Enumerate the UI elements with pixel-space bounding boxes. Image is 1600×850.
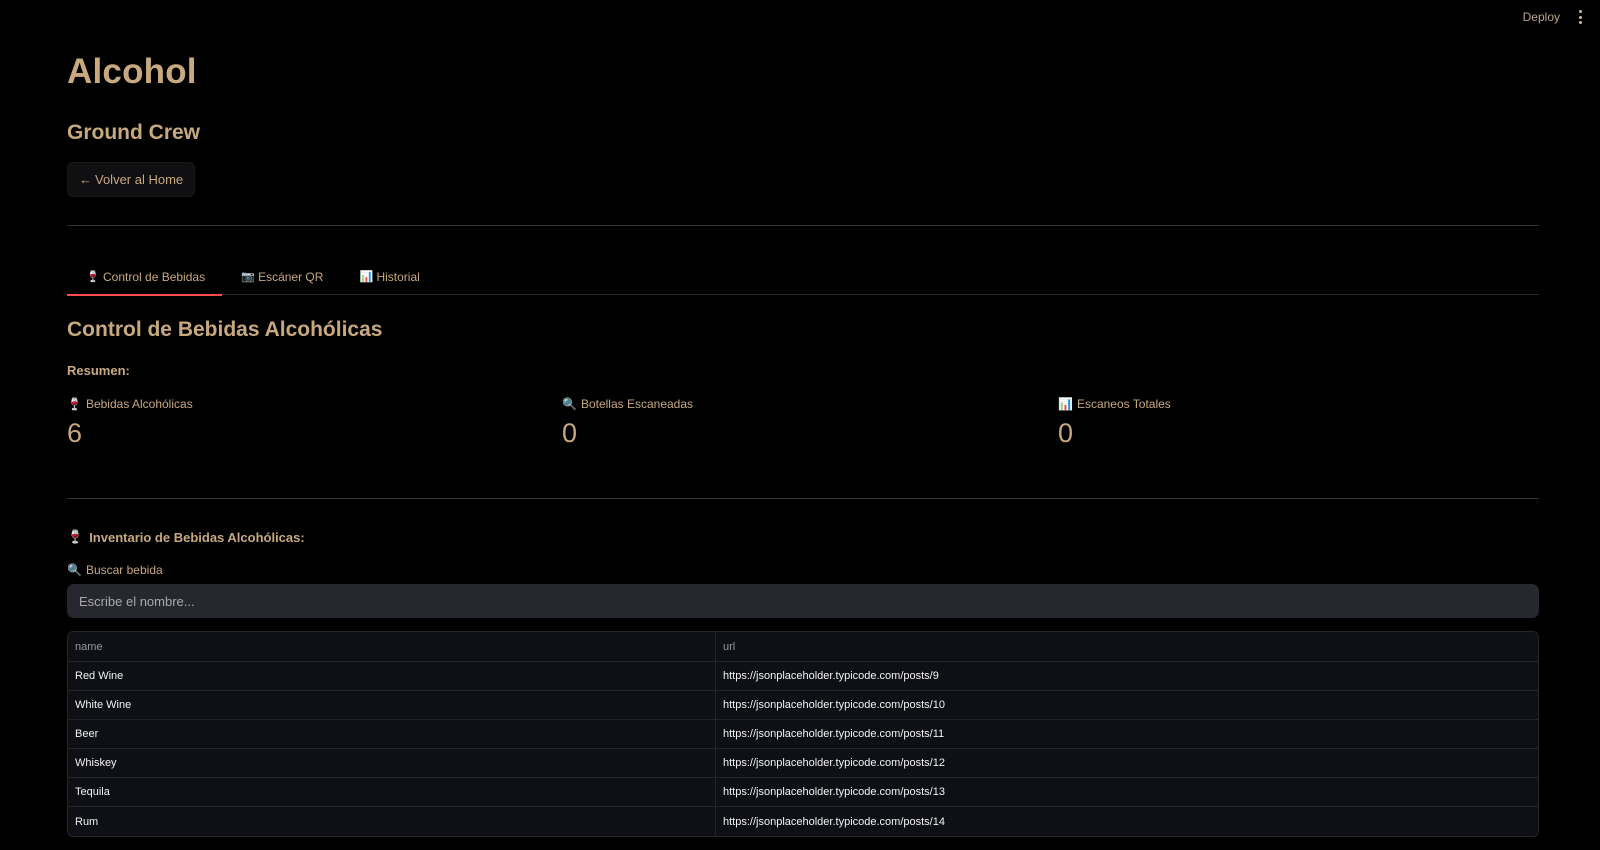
metric-escaneos-totales: 📊 Escaneos Totales 0 [1058, 397, 1171, 449]
cell-name[interactable]: White Wine [68, 691, 716, 719]
search-icon: 🔍 [67, 563, 82, 577]
table-header: name url [68, 632, 1538, 662]
search-label: 🔍 Buscar bebida [67, 563, 163, 577]
camera-icon: 📷 [241, 271, 255, 283]
cell-url[interactable]: https://jsonplaceholder.typicode.com/pos… [716, 662, 1538, 690]
cell-name[interactable]: Beer [68, 720, 716, 748]
table-row: Tequila https://jsonplaceholder.typicode… [68, 778, 1538, 807]
tab-bar: 🍷 Control de Bebidas 📷 Escáner QR 📊 Hist… [67, 258, 1539, 296]
tab-historial[interactable]: 📊 Historial [340, 258, 436, 295]
cell-url[interactable]: https://jsonplaceholder.typicode.com/pos… [716, 807, 1538, 836]
top-toolbar: Deploy [1523, 0, 1600, 34]
page-title: Alcohol [67, 52, 197, 91]
arrow-left-icon: ← [79, 172, 92, 187]
table-row: White Wine https://jsonplaceholder.typic… [68, 691, 1538, 720]
metric-label: Bebidas Alcohólicas [85, 397, 193, 411]
divider [67, 498, 1539, 499]
tab-label: Escáner QR [258, 269, 324, 284]
wine-glass-icon: 🍷 [86, 271, 100, 283]
back-home-button[interactable]: ← Volver al Home [67, 162, 196, 197]
table-row: Rum https://jsonplaceholder.typicode.com… [68, 807, 1538, 836]
cell-url[interactable]: https://jsonplaceholder.typicode.com/pos… [716, 720, 1538, 748]
cell-name[interactable]: Red Wine [68, 662, 716, 690]
table-row: Beer https://jsonplaceholder.typicode.co… [68, 720, 1538, 749]
cell-url[interactable]: https://jsonplaceholder.typicode.com/pos… [716, 691, 1538, 719]
column-header-name[interactable]: name [68, 632, 716, 661]
kebab-menu-icon[interactable] [1574, 10, 1586, 24]
tab-label: Historial [376, 269, 420, 284]
inventory-table: name url Red Wine https://jsonplaceholde… [67, 631, 1539, 837]
bar-chart-icon: 📊 [1058, 397, 1073, 411]
cell-name[interactable]: Rum [68, 807, 716, 836]
metric-botellas-escaneadas: 🔍 Botellas Escaneadas 0 [562, 397, 693, 449]
summary-label: Resumen: [67, 363, 130, 378]
inventory-title-label: Inventario de Bebidas Alcohólicas: [89, 529, 305, 545]
deploy-button[interactable]: Deploy [1523, 10, 1560, 24]
cell-url[interactable]: https://jsonplaceholder.typicode.com/pos… [716, 749, 1538, 777]
metric-value: 0 [562, 418, 578, 448]
column-header-url[interactable]: url [716, 632, 1538, 661]
inventory-title: 🍷 Inventario de Bebidas Alcohólicas: [67, 529, 305, 545]
cell-name[interactable]: Tequila [68, 778, 716, 806]
tab-escaner-qr[interactable]: 📷 Escáner QR [222, 258, 340, 295]
metric-bebidas-alcoholicas: 🍷 Bebidas Alcohólicas 6 [67, 397, 193, 449]
search-input[interactable] [67, 584, 1539, 618]
search-label-text: Buscar bebida [85, 563, 163, 577]
divider [67, 225, 1539, 226]
magnifier-icon: 🔍 [562, 397, 577, 411]
metric-value: 6 [67, 418, 83, 448]
metric-label: Escaneos Totales [1076, 397, 1171, 411]
cell-url[interactable]: https://jsonplaceholder.typicode.com/pos… [716, 778, 1538, 806]
tab-label: Control de Bebidas [103, 269, 206, 284]
wine-glass-icon: 🍷 [67, 397, 82, 411]
metric-label: Botellas Escaneadas [580, 397, 694, 411]
bar-chart-icon: 📊 [359, 271, 374, 283]
table-row: Whiskey https://jsonplaceholder.typicode… [68, 749, 1538, 778]
cell-name[interactable]: Whiskey [68, 749, 716, 777]
table-row: Red Wine https://jsonplaceholder.typicod… [68, 662, 1538, 691]
wine-glass-icon: 🍷 [67, 529, 84, 544]
tab-control-bebidas[interactable]: 🍷 Control de Bebidas [67, 258, 223, 296]
back-home-label: Volver al Home [95, 172, 184, 187]
metric-value: 0 [1058, 418, 1074, 448]
page-subtitle: Ground Crew [67, 121, 201, 144]
section-title: Control de Bebidas Alcohólicas [67, 318, 383, 341]
